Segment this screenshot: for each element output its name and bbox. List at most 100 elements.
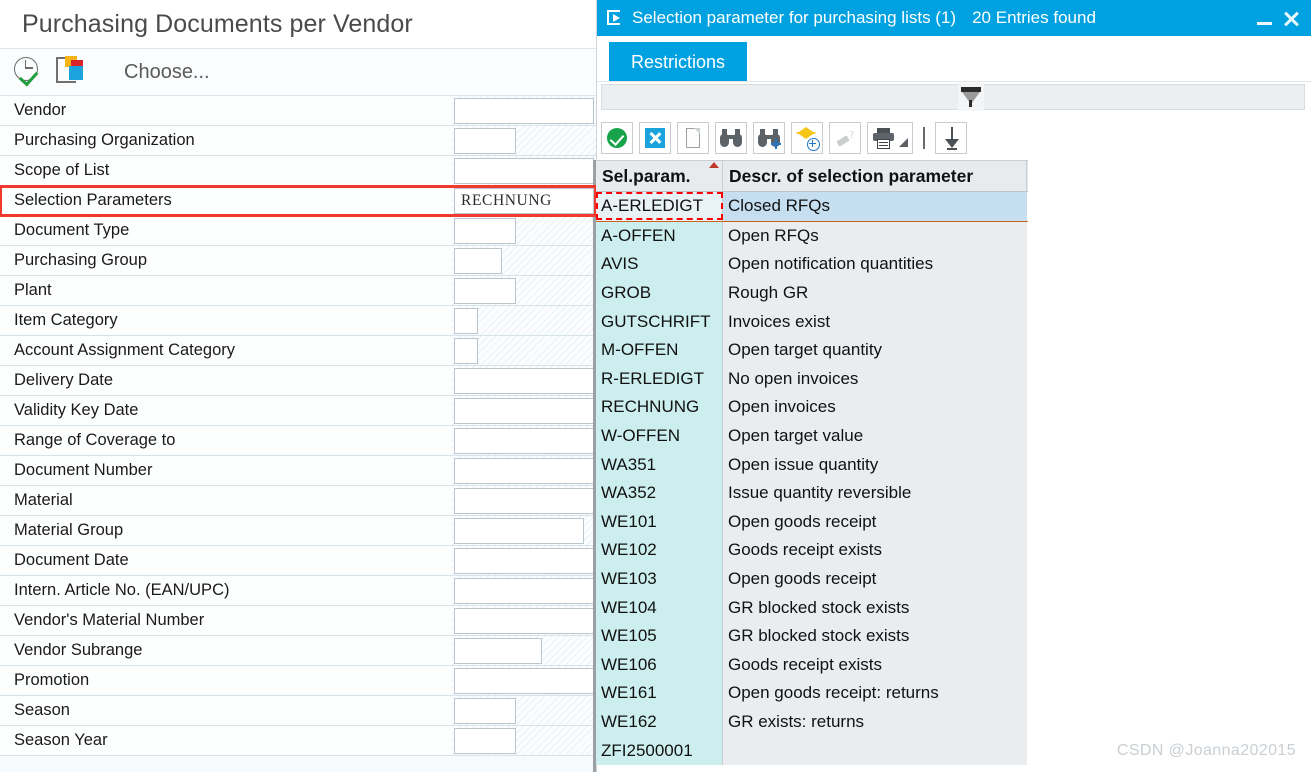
copy-button[interactable] [601, 122, 633, 154]
cell-descr[interactable]: GR blocked stock exists [723, 621, 1027, 651]
table-row[interactable]: WE103 Open goods receipt [596, 564, 1028, 594]
column-header-descr[interactable]: Descr. of selection parameter [723, 161, 1027, 191]
table-row[interactable]: WE106 Goods receipt exists [596, 650, 1028, 680]
cell-sel-param[interactable]: WE102 [596, 536, 723, 565]
field-input[interactable] [454, 97, 594, 124]
field-input[interactable] [454, 217, 516, 244]
cell-sel-param[interactable]: WE162 [596, 707, 723, 737]
field-input[interactable] [454, 487, 594, 514]
cell-descr[interactable]: Invoices exist [723, 307, 1027, 336]
cell-descr[interactable]: Issue quantity reversible [723, 478, 1027, 508]
print-button[interactable] [867, 122, 913, 154]
table-row[interactable]: WE102 Goods receipt exists [596, 536, 1028, 565]
cell-sel-param[interactable]: W-OFFEN [596, 421, 723, 451]
table-row[interactable]: RECHNUNG Open invoices [596, 393, 1028, 422]
cell-descr[interactable]: Open target quantity [723, 335, 1027, 365]
cell-descr[interactable]: Open goods receipt [723, 564, 1027, 594]
tab-restrictions[interactable]: Restrictions [609, 42, 748, 82]
cell-descr[interactable]: GR blocked stock exists [723, 593, 1027, 622]
cell-descr[interactable]: GR exists: returns [723, 707, 1027, 737]
field-input[interactable] [454, 367, 594, 394]
cell-sel-param[interactable]: WE105 [596, 621, 723, 651]
cell-sel-param[interactable]: WE106 [596, 650, 723, 680]
find-button[interactable] [715, 122, 747, 154]
minimize-icon[interactable] [1252, 5, 1278, 31]
create-favorite-button[interactable] [791, 122, 823, 154]
cell-sel-param[interactable]: R-ERLEDIGT [596, 364, 723, 394]
table-row[interactable]: AVIS Open notification quantities [596, 250, 1028, 279]
cell-descr[interactable]: Open invoices [723, 393, 1027, 422]
cell-sel-param[interactable]: WA352 [596, 478, 723, 508]
field-input[interactable] [454, 547, 594, 574]
cell-descr[interactable]: Open goods receipt [723, 507, 1027, 537]
field-input[interactable] [454, 127, 516, 154]
find-next-button[interactable] [753, 122, 785, 154]
field-input[interactable] [454, 337, 478, 364]
table-row[interactable]: R-ERLEDIGT No open invoices [596, 364, 1028, 394]
table-row[interactable]: WA352 Issue quantity reversible [596, 478, 1028, 508]
table-row[interactable]: WE104 GR blocked stock exists [596, 593, 1028, 622]
field-input[interactable] [454, 397, 594, 424]
close-icon[interactable] [1278, 5, 1304, 31]
cell-sel-param[interactable]: M-OFFEN [596, 335, 723, 365]
chevron-down-icon[interactable] [899, 138, 908, 147]
cell-sel-param[interactable]: A-ERLEDIGT [596, 192, 723, 221]
cell-descr[interactable]: Open goods receipt: returns [723, 679, 1027, 708]
cell-sel-param[interactable]: WE101 [596, 507, 723, 537]
cell-descr[interactable]: Closed RFQs [723, 192, 1027, 221]
table-row[interactable]: GUTSCHRIFT Invoices exist [596, 307, 1028, 336]
table-row[interactable]: A-OFFEN Open RFQs [596, 221, 1028, 251]
field-input[interactable] [454, 667, 594, 694]
clock-check-icon[interactable] [12, 55, 46, 89]
field-input[interactable] [454, 157, 594, 184]
column-header-sel-param[interactable]: Sel.param. [596, 161, 723, 191]
table-row[interactable]: WE161 Open goods receipt: returns [596, 679, 1028, 708]
field-input[interactable] [454, 247, 502, 274]
table-row[interactable]: WE105 GR blocked stock exists [596, 621, 1028, 651]
cell-sel-param[interactable]: GROB [596, 278, 723, 308]
table-row[interactable]: W-OFFEN Open target value [596, 421, 1028, 451]
cell-sel-param[interactable]: GUTSCHRIFT [596, 307, 723, 336]
cell-sel-param[interactable]: RECHNUNG [596, 393, 723, 422]
table-row[interactable]: WE162 GR exists: returns [596, 707, 1028, 737]
cell-sel-param[interactable]: AVIS [596, 250, 723, 279]
table-row[interactable]: WE101 Open goods receipt [596, 507, 1028, 537]
cell-descr[interactable]: Goods receipt exists [723, 650, 1027, 680]
cell-descr[interactable]: Open target value [723, 421, 1027, 451]
table-row[interactable]: ZFI2500001 [596, 736, 1028, 765]
cell-sel-param[interactable]: ZFI2500001 [596, 736, 723, 765]
table-row[interactable]: M-OFFEN Open target quantity [596, 335, 1028, 365]
field-input[interactable] [454, 577, 594, 604]
cell-sel-param[interactable]: WE103 [596, 564, 723, 594]
cell-descr[interactable] [723, 736, 1027, 765]
field-input[interactable] [454, 727, 516, 754]
table-row[interactable]: GROB Rough GR [596, 278, 1028, 308]
field-input[interactable] [454, 517, 584, 544]
cell-descr[interactable]: Open notification quantities [723, 250, 1027, 279]
cell-descr[interactable]: No open invoices [723, 364, 1027, 394]
cell-sel-param[interactable]: WE161 [596, 679, 723, 708]
field-input[interactable] [454, 307, 478, 334]
cell-sel-param[interactable]: WE104 [596, 593, 723, 622]
field-input[interactable] [454, 427, 594, 454]
field-input[interactable] [454, 697, 516, 724]
field-input[interactable] [454, 277, 516, 304]
multiple-selection-icon[interactable] [56, 55, 90, 89]
filter-button[interactable] [935, 122, 967, 154]
field-input[interactable] [454, 607, 594, 634]
field-input[interactable]: RECHNUNG [454, 187, 594, 214]
field-input[interactable] [454, 637, 542, 664]
cell-sel-param[interactable]: A-OFFEN [596, 221, 723, 251]
cancel-button[interactable] [639, 122, 671, 154]
filter-funnel-icon[interactable] [958, 83, 984, 111]
cell-descr[interactable]: Open issue quantity [723, 450, 1027, 479]
cell-descr[interactable]: Goods receipt exists [723, 536, 1027, 565]
cell-descr[interactable]: Rough GR [723, 278, 1027, 308]
cell-descr[interactable]: Open RFQs [723, 221, 1027, 251]
field-input[interactable] [454, 457, 594, 484]
cell-sel-param[interactable]: WA351 [596, 450, 723, 479]
choose-label[interactable]: Choose... [124, 61, 210, 84]
table-row[interactable]: WA351 Open issue quantity [596, 450, 1028, 479]
table-row[interactable]: A-ERLEDIGT Closed RFQs [596, 192, 1028, 222]
new-entry-button[interactable] [677, 122, 709, 154]
